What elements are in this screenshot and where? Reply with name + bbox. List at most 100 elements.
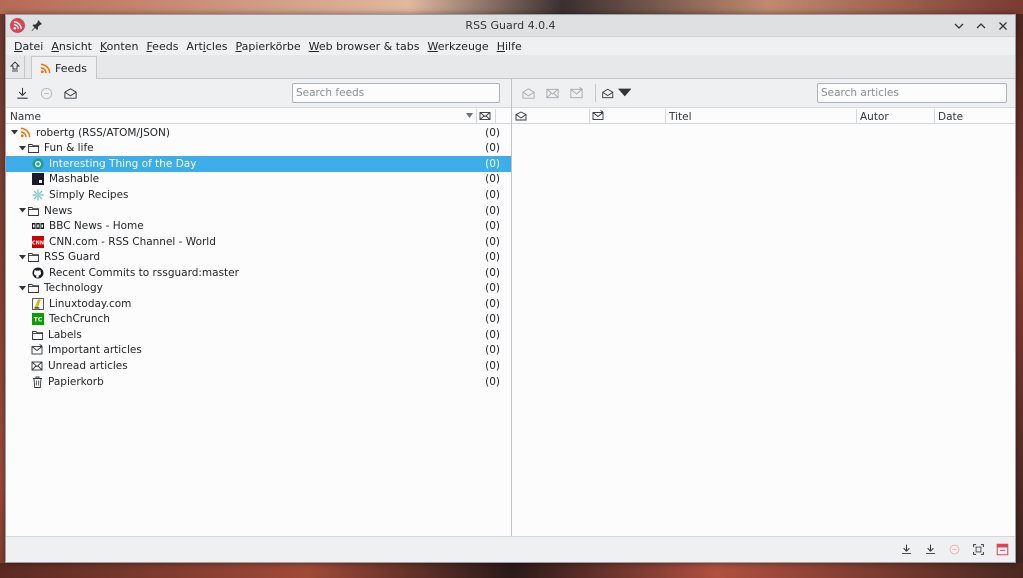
column-header-author[interactable]: Autor <box>860 109 889 124</box>
feed-tree-row[interactable]: CNN CNN.com - RSS Channel - World (0) <box>6 234 511 250</box>
expand-arrow-icon[interactable] <box>18 253 26 261</box>
search-articles-input[interactable] <box>817 83 1007 103</box>
svg-text:CNN: CNN <box>32 240 44 246</box>
column-header-read-icon[interactable] <box>515 110 527 122</box>
menu-feeds[interactable]: Feeds <box>142 40 182 53</box>
trash-icon <box>31 376 43 388</box>
feed-label: CNN.com - RSS Channel - World <box>49 235 216 248</box>
mark-articles-read-button[interactable] <box>518 83 538 103</box>
mark-feeds-read-button[interactable] <box>60 83 80 103</box>
menu-web-browser-tabs[interactable]: Web browser & tabs <box>305 40 424 53</box>
itotd-favicon <box>32 158 44 170</box>
sort-arrow-icon <box>466 113 473 118</box>
feed-tree-row[interactable]: Interesting Thing of the Day (0) <box>6 156 511 172</box>
chevron-down-icon <box>954 23 964 29</box>
maximize-button[interactable] <box>973 18 989 34</box>
status-bar <box>6 536 1015 562</box>
linuxtoday-favicon <box>32 297 44 310</box>
envelope-filter-icon <box>602 88 614 98</box>
column-header-unread-icon[interactable] <box>479 110 491 122</box>
feed-tree-row[interactable]: Simply Recipes (0) <box>6 187 511 203</box>
feed-label: Recent Commits to rssguard:master <box>49 266 239 279</box>
status-update-all-button[interactable] <box>898 541 915 558</box>
feed-label: Labels <box>48 328 82 341</box>
close-button[interactable] <box>995 18 1011 34</box>
feed-tree-row[interactable]: Linuxtoday.com (0) <box>6 296 511 312</box>
rss-icon <box>19 127 31 139</box>
dropdown-arrow-icon <box>617 88 631 96</box>
article-filter-dropdown[interactable] <box>601 83 631 103</box>
fullscreen-icon <box>973 544 984 555</box>
feed-tree-row[interactable]: Fun & life (0) <box>6 141 511 157</box>
menu-werkzeuge[interactable]: Werkzeuge <box>424 40 493 53</box>
expand-arrow-icon[interactable] <box>10 129 18 137</box>
unread-count: (0) <box>485 235 500 248</box>
app-window: RSS Guard 4.0.4 Datei Ansicht Konten Feeds A… <box>5 14 1016 563</box>
envelope-important-icon <box>569 86 583 98</box>
stop-icon <box>949 544 960 555</box>
menu-ansicht[interactable]: Ansicht <box>47 40 96 53</box>
expand-arrow-icon[interactable] <box>18 284 26 292</box>
status-stop-button[interactable] <box>946 541 963 558</box>
feed-label: Important articles <box>48 344 142 357</box>
download-icon <box>902 544 911 555</box>
update-all-feeds-button[interactable] <box>12 83 32 103</box>
feed-tree-row[interactable]: RSS Guard (0) <box>6 249 511 265</box>
feed-tree-row[interactable]: robertg (RSS/ATOM/JSON) (0) <box>6 125 511 141</box>
feed-label: News <box>44 204 73 217</box>
menu-papierkörbe[interactable]: Papierkörbe <box>231 40 304 53</box>
menu-articles[interactable]: Articles <box>182 40 231 53</box>
stop-update-button[interactable] <box>36 83 56 103</box>
column-header-date[interactable]: Date <box>938 109 963 124</box>
expand-arrow-icon[interactable] <box>18 207 26 215</box>
fullscreen-button[interactable] <box>970 541 987 558</box>
feed-label: RSS Guard <box>44 251 100 264</box>
bbc-favicon <box>32 220 44 232</box>
feed-tree-row[interactable]: Technology (0) <box>6 281 511 297</box>
envelope-read-icon <box>521 87 535 99</box>
unread-count: (0) <box>485 204 500 217</box>
tab-feeds[interactable]: Feeds <box>31 56 97 79</box>
unread-count: (0) <box>485 344 500 357</box>
column-header-name[interactable]: Name <box>10 109 41 124</box>
feed-label: robertg (RSS/ATOM/JSON) <box>36 126 170 139</box>
search-feeds-input[interactable] <box>292 83 500 103</box>
feed-label: Mashable <box>49 173 100 186</box>
feed-tree-row[interactable]: Recent Commits to rssguard:master (0) <box>6 265 511 281</box>
feed-label: Linuxtoday.com <box>49 297 132 310</box>
close-icon <box>999 22 1007 30</box>
tab-corner-button[interactable] <box>6 56 25 78</box>
feed-tree-row[interactable]: Mashable (0) <box>6 172 511 188</box>
folder-icon <box>31 329 43 341</box>
status-update-selected-button[interactable] <box>922 541 939 558</box>
minimize-button[interactable] <box>951 18 967 34</box>
quit-icon <box>996 543 1009 556</box>
feed-tree-row[interactable]: TC TechCrunch (0) <box>6 312 511 328</box>
menu-datei[interactable]: Datei <box>10 40 47 53</box>
feed-tree-row[interactable]: Labels (0) <box>6 327 511 343</box>
column-header-title[interactable]: Titel <box>669 109 692 124</box>
articles-header: Titel Autor Date <box>512 107 1015 124</box>
switch-importance-button[interactable] <box>566 83 586 103</box>
window-title: RSS Guard 4.0.4 <box>465 19 556 32</box>
articles-pane: Titel Autor Date <box>512 79 1015 536</box>
menu-konten[interactable]: Konten <box>96 40 142 53</box>
feed-tree-row[interactable]: Unread articles (0) <box>6 358 511 374</box>
expand-arrow-icon[interactable] <box>18 144 26 152</box>
menu-hilfe[interactable]: Hilfe <box>493 40 526 53</box>
articles-toolbar <box>512 79 1015 107</box>
rss-icon <box>40 63 51 73</box>
articles-list[interactable] <box>512 124 1015 536</box>
feed-tree-row[interactable]: Papierkorb (0) <box>6 374 511 390</box>
quit-button[interactable] <box>994 541 1011 558</box>
unread-count: (0) <box>485 282 500 295</box>
mark-articles-unread-button[interactable] <box>542 83 562 103</box>
download-icon <box>16 87 28 99</box>
tabs-menu-icon <box>9 61 21 72</box>
download-selected-icon <box>926 544 935 555</box>
column-header-important-icon[interactable] <box>592 110 604 122</box>
feed-tree-row[interactable]: BBC News - Home (0) <box>6 218 511 234</box>
unread-count: (0) <box>485 266 500 279</box>
feed-tree-row[interactable]: Important articles (0) <box>6 343 511 359</box>
feed-tree-row[interactable]: News (0) <box>6 203 511 219</box>
